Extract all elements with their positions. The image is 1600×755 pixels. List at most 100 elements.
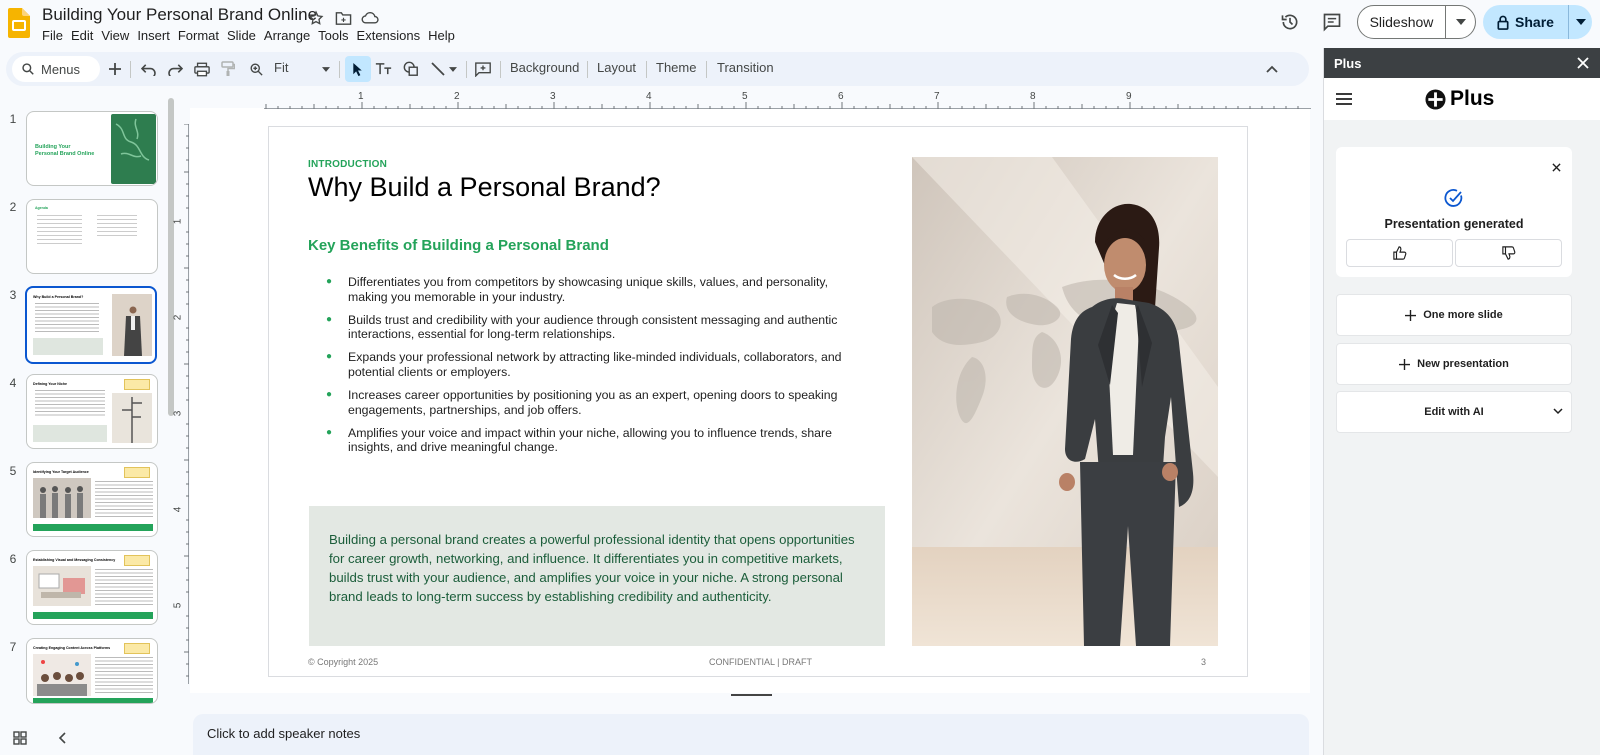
slide-title[interactable]: Why Build a Personal Brand? bbox=[308, 172, 661, 203]
toolbar-divider bbox=[339, 61, 340, 78]
search-menus[interactable]: Menus bbox=[12, 56, 100, 82]
close-icon[interactable] bbox=[1548, 159, 1564, 175]
ruler-tick: 3 bbox=[172, 410, 184, 417]
bullet-item: ● Expands your professional network by at… bbox=[326, 350, 871, 379]
menu-edit[interactable]: Edit bbox=[71, 27, 101, 45]
document-title[interactable]: Building Your Personal Brand Online bbox=[42, 5, 317, 25]
background-button[interactable]: Background bbox=[510, 60, 579, 75]
cursor-arrow-icon bbox=[353, 62, 362, 76]
menu-view[interactable]: View bbox=[101, 27, 137, 45]
slideshow-dropdown[interactable] bbox=[1445, 6, 1475, 38]
hamburger-menu-icon[interactable] bbox=[1334, 89, 1354, 109]
slide-thumbnail-2[interactable]: Agenda bbox=[26, 199, 158, 274]
edit-with-ai-button[interactable]: Edit with AI bbox=[1336, 391, 1572, 433]
menu-tools[interactable]: Tools bbox=[318, 27, 356, 45]
zoom-select[interactable]: Fit bbox=[274, 60, 288, 75]
toolbar-divider bbox=[130, 61, 131, 78]
ruler-tick: 3 bbox=[550, 91, 556, 102]
slides-logo[interactable] bbox=[8, 8, 30, 38]
section-label[interactable]: INTRODUCTION bbox=[308, 159, 387, 170]
slide-footer-copyright[interactable]: © Copyright 2025 bbox=[308, 657, 378, 667]
slide[interactable]: INTRODUCTION Why Build a Personal Brand?… bbox=[268, 126, 1248, 677]
menu-arrange[interactable]: Arrange bbox=[264, 27, 318, 45]
slide-thumbnail-6[interactable]: Establishing Visual and Messaging Consis… bbox=[26, 550, 158, 625]
add-comment-icon[interactable] bbox=[471, 57, 495, 81]
speaker-notes[interactable]: Click to add speaker notes bbox=[193, 714, 1309, 755]
vertical-ruler[interactable]: 1 2 3 4 5 bbox=[172, 124, 189, 684]
thumb-green-bar bbox=[33, 612, 153, 619]
summary-text: Building a personal brand creates a powe… bbox=[329, 532, 855, 604]
collapse-filmstrip-icon[interactable] bbox=[52, 728, 72, 748]
star-icon[interactable] bbox=[306, 8, 326, 28]
thumb-image bbox=[112, 294, 152, 356]
thumb-title: Establishing Visual and Messaging Consis… bbox=[33, 558, 116, 562]
notes-resize-handle[interactable] bbox=[731, 694, 772, 696]
cloud-saved-icon[interactable] bbox=[360, 8, 380, 28]
thumbs-down-button[interactable] bbox=[1455, 239, 1562, 267]
move-folder-icon[interactable] bbox=[333, 8, 353, 28]
transition-button[interactable]: Transition bbox=[717, 60, 774, 75]
slide-thumbnail-1[interactable]: Building Your Personal Brand Online bbox=[26, 111, 158, 186]
one-more-slide-button[interactable]: One more slide bbox=[1336, 294, 1572, 336]
summary-box[interactable]: Building a personal brand creates a powe… bbox=[309, 506, 885, 646]
new-slide-icon[interactable] bbox=[103, 57, 127, 81]
version-history-icon[interactable] bbox=[1278, 10, 1302, 34]
new-presentation-button[interactable]: New presentation bbox=[1336, 343, 1572, 385]
theme-button[interactable]: Theme bbox=[656, 60, 696, 75]
ruler-tick: 1 bbox=[172, 218, 184, 225]
grid-view-icon[interactable] bbox=[10, 728, 30, 748]
select-tool[interactable] bbox=[345, 56, 371, 82]
filmstrip-scrollbar[interactable] bbox=[168, 98, 174, 416]
thumb-image bbox=[33, 654, 91, 696]
slide-page-number[interactable]: 3 bbox=[1201, 657, 1206, 667]
slide-thumbnail-5[interactable]: Identifying Your Target Audience bbox=[26, 462, 158, 537]
slide-thumbnail-4[interactable]: Defining Your Niche bbox=[26, 374, 158, 449]
ruler-tick: 1 bbox=[358, 91, 364, 102]
bullet-dot-icon: ● bbox=[326, 389, 333, 401]
redo-icon[interactable] bbox=[163, 57, 187, 81]
benefits-heading[interactable]: Key Benefits of Building a Personal Bran… bbox=[308, 237, 609, 254]
bullet-list[interactable]: ● Differentiates you from competitors by … bbox=[326, 275, 871, 463]
zoom-dropdown-icon[interactable] bbox=[314, 57, 338, 81]
generation-status-card: Presentation generated bbox=[1336, 147, 1572, 277]
shape-icon[interactable] bbox=[399, 57, 423, 81]
slide-thumbnail-3[interactable]: Why Build a Personal Brand? bbox=[25, 286, 157, 364]
menu-slide[interactable]: Slide bbox=[227, 27, 264, 45]
share-dropdown[interactable] bbox=[1568, 5, 1592, 39]
bullet-text: Amplifies your voice and impact within y… bbox=[348, 425, 832, 455]
line-dropdown-icon[interactable] bbox=[446, 57, 460, 81]
bullet-dot-icon: ● bbox=[326, 313, 333, 325]
businesswoman-photo[interactable] bbox=[912, 157, 1218, 646]
share-button[interactable]: Share bbox=[1483, 5, 1568, 39]
chevron-down-icon bbox=[1553, 408, 1563, 415]
search-menus-placeholder: Menus bbox=[41, 61, 81, 77]
ruler-tick: 4 bbox=[172, 506, 184, 513]
menu-extensions[interactable]: Extensions bbox=[357, 27, 429, 45]
collapse-toolbar-icon[interactable] bbox=[1260, 57, 1284, 81]
menu-format[interactable]: Format bbox=[178, 27, 227, 45]
slide-footer-confidential[interactable]: CONFIDENTIAL | DRAFT bbox=[709, 657, 812, 667]
layout-button[interactable]: Layout bbox=[597, 60, 636, 75]
close-icon[interactable] bbox=[1574, 54, 1592, 72]
menu-help[interactable]: Help bbox=[428, 27, 463, 45]
zoom-icon[interactable] bbox=[244, 57, 268, 81]
text-box-icon[interactable] bbox=[371, 57, 395, 81]
bullet-text: Differentiates you from competitors by s… bbox=[348, 275, 829, 304]
print-icon[interactable] bbox=[190, 57, 214, 81]
slideshow-button[interactable]: Slideshow bbox=[1358, 6, 1445, 38]
caret-down-icon bbox=[1455, 19, 1466, 25]
paint-format-icon[interactable] bbox=[216, 57, 240, 81]
menu-insert[interactable]: Insert bbox=[137, 27, 178, 45]
comments-icon[interactable] bbox=[1320, 10, 1344, 34]
slide-number: 4 bbox=[9, 376, 17, 390]
share-label: Share bbox=[1515, 14, 1554, 30]
slide-thumbnail-7[interactable]: Creating Engaging Content Across Platfor… bbox=[26, 638, 158, 704]
undo-icon[interactable] bbox=[136, 57, 160, 81]
horizontal-ruler[interactable]: 1 2 3 4 5 6 7 8 9 bbox=[264, 90, 1311, 110]
bullet-dot-icon: ● bbox=[326, 276, 333, 287]
plus-brand-name: Plus bbox=[1450, 87, 1495, 110]
slide-number: 7 bbox=[9, 640, 17, 654]
thumb-green-bar bbox=[33, 524, 153, 531]
thumbs-up-button[interactable] bbox=[1346, 239, 1453, 267]
menu-file[interactable]: File bbox=[42, 27, 71, 45]
